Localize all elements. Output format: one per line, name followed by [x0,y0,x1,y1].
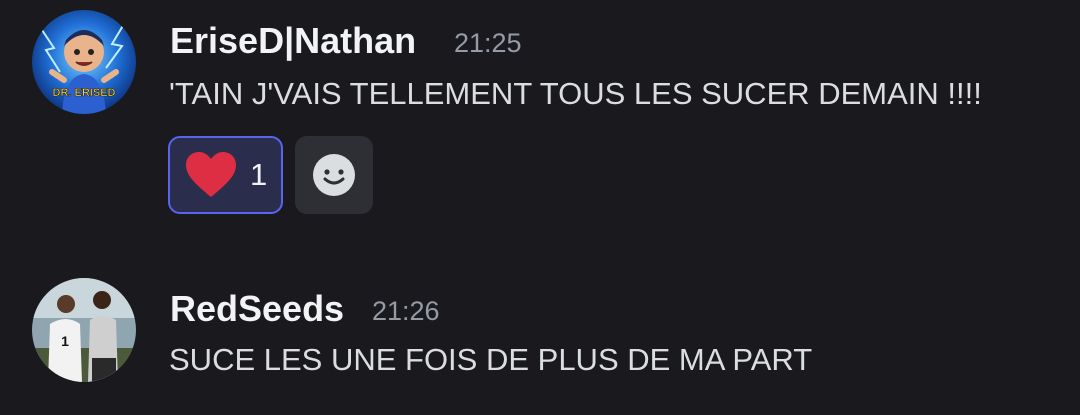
message-item: DR. ERISED EriseD|Nathan 21:25 'TAIN J'V… [0,0,1080,230]
add-reaction-button[interactable] [295,136,373,214]
avatar[interactable]: 1 [32,278,136,382]
chat-messages: DR. ERISED EriseD|Nathan 21:25 'TAIN J'V… [0,0,1080,415]
avatar-logo-text: DR. ERISED [53,87,116,99]
reaction-heart-button[interactable]: 1 [168,136,283,214]
reaction-count: 1 [250,157,268,192]
timestamp: 21:26 [372,296,440,326]
username[interactable]: EriseD|Nathan [170,20,416,62]
red-heart-icon [186,152,236,197]
smiley-face-icon [313,154,355,196]
message-item: 1 RedSeeds 21:26 SUCE LES UNE FOIS DE PL… [0,270,1080,410]
message-content: SUCE LES UNE FOIS DE PLUS DE MA PART [169,342,813,377]
message-content: 'TAIN J'VAIS TELLEMENT TOUS LES SUCER DE… [169,76,982,111]
svg-text:1: 1 [61,333,69,349]
username[interactable]: RedSeeds [170,288,344,330]
timestamp: 21:25 [454,28,522,58]
avatar[interactable]: DR. ERISED [32,10,136,114]
